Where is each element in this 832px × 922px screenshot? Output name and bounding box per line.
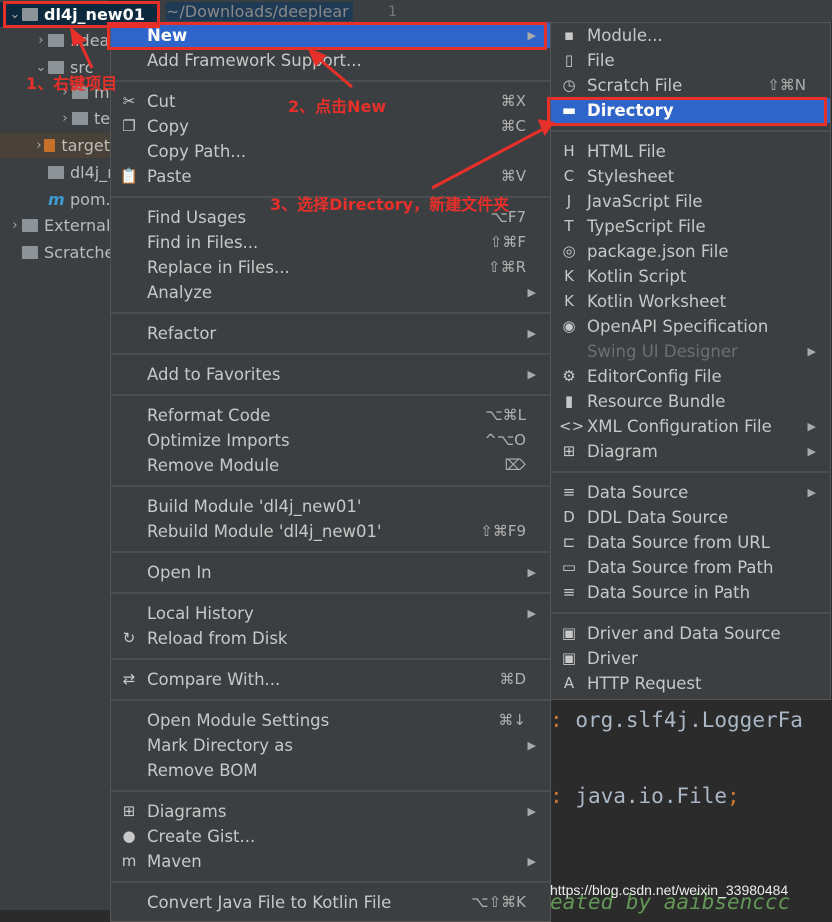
arrow-head — [69, 26, 87, 47]
watermark: https://blog.csdn.net/weixin_33980484 — [550, 882, 789, 898]
annotation-arrows — [69, 26, 555, 190]
annotation-step1: 1、右键项目 — [26, 74, 118, 93]
annotation-step2: 2、点击New — [288, 97, 387, 116]
annotation-step3: 3、选择Directory，新建文件夹 — [270, 195, 510, 214]
